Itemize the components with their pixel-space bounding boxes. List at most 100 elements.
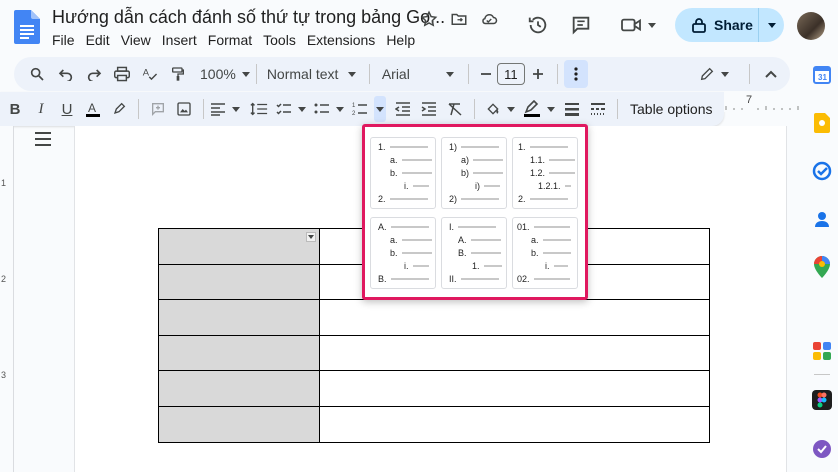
table-cell[interactable] [319, 370, 710, 407]
chevron-down-icon [547, 106, 555, 112]
share-options-button[interactable] [759, 8, 784, 42]
undo-icon[interactable] [52, 61, 80, 87]
main-toolbar: A 100% Normal text Arial 11 [14, 57, 790, 91]
list-preset-decimal-alpha-roman[interactable]: 1. a. b. i. 2. [370, 137, 436, 209]
italic-icon[interactable]: I [28, 96, 54, 122]
print-icon[interactable] [108, 61, 136, 87]
list-preset-leading-zero[interactable]: 01. a. b. i. 02. [512, 217, 578, 289]
increase-indent-icon[interactable] [416, 96, 442, 122]
title-bar: Hướng dẫn cách đánh số thứ tự trong bảng… [0, 0, 838, 56]
table-cell[interactable] [319, 405, 710, 443]
menu-extensions[interactable]: Extensions [307, 32, 381, 48]
version-history-icon[interactable] [525, 12, 551, 38]
border-color-select[interactable] [523, 100, 555, 118]
table-cell[interactable] [158, 334, 320, 372]
table-cell[interactable] [319, 299, 710, 336]
align-select[interactable] [210, 102, 240, 116]
decrease-font-size-icon[interactable] [475, 61, 497, 87]
numbered-list-select[interactable]: 12 [352, 96, 386, 122]
font-family-select[interactable]: Arial [382, 66, 462, 82]
underline-icon[interactable]: U [54, 96, 80, 122]
list-preset-paren[interactable]: 1) a) b) i) 2) [441, 137, 507, 209]
list-preset-hierarchical-decimal[interactable]: 1. 1.1. 1.2. 1.2.1. 2. [512, 137, 578, 209]
redo-icon[interactable] [80, 61, 108, 87]
document-title[interactable]: Hướng dẫn cách đánh số thứ tự trong bảng… [52, 7, 445, 28]
more-options-icon[interactable] [563, 60, 588, 88]
keep-icon[interactable] [811, 112, 833, 134]
paragraph-style-value: Normal text [266, 66, 339, 82]
table-cell[interactable] [158, 228, 320, 265]
list-preset-upper-roman[interactable]: I. A. B. 1. II. [441, 217, 507, 289]
chevron-down-icon [767, 22, 776, 28]
clear-formatting-icon[interactable] [442, 96, 468, 122]
calendar-icon[interactable]: 31 [811, 64, 833, 86]
addon-icon[interactable] [811, 340, 833, 362]
line-spacing-icon[interactable] [246, 96, 272, 122]
svg-text:31: 31 [818, 73, 827, 82]
contacts-icon[interactable] [811, 208, 833, 230]
table-cell[interactable] [158, 299, 320, 336]
move-folder-icon[interactable] [448, 8, 470, 30]
list-preset-upper-alpha[interactable]: A. a. b. i. B. [370, 217, 436, 289]
numbered-list-icon: 12 [352, 103, 367, 117]
menu-view[interactable]: View [121, 32, 157, 48]
cell-fill-select[interactable] [485, 101, 515, 117]
paragraph-style-select[interactable]: Normal text [267, 66, 363, 82]
document-outline-icon[interactable] [34, 132, 52, 148]
zoom-select[interactable]: 100% [200, 66, 250, 82]
zoom-value: 100% [200, 66, 236, 82]
top-ruler: 7 [724, 92, 806, 112]
side-panel: 31 [806, 56, 838, 472]
table-cell[interactable] [158, 370, 320, 407]
cloud-status-icon[interactable] [478, 8, 500, 30]
collapse-toolbar-icon[interactable] [756, 61, 786, 87]
table-cell[interactable] [319, 334, 710, 372]
table-cell[interactable] [158, 405, 320, 443]
cell-menu-icon[interactable] [306, 232, 316, 242]
bulleted-list-select[interactable] [314, 102, 344, 116]
numbered-list-dropdown-button[interactable] [374, 96, 386, 122]
menu-format[interactable]: Format [208, 32, 258, 48]
editing-mode-select[interactable] [699, 66, 729, 82]
avatar[interactable] [797, 12, 825, 40]
insert-comment-icon[interactable] [145, 96, 171, 122]
lock-icon [692, 18, 706, 33]
border-width-icon[interactable] [559, 96, 585, 122]
increase-font-size-icon[interactable] [525, 61, 551, 87]
paint-bucket-icon [487, 103, 499, 115]
figma-icon[interactable] [811, 389, 833, 411]
menu-file[interactable]: File [52, 32, 81, 48]
border-dash-icon[interactable] [585, 96, 611, 122]
font-family-value: Arial [381, 66, 410, 82]
table-row [158, 334, 710, 372]
table-cell[interactable] [158, 263, 320, 301]
spellcheck-icon[interactable]: A [136, 61, 164, 87]
menu-tools[interactable]: Tools [263, 32, 302, 48]
highlight-color-icon[interactable] [106, 96, 132, 122]
tasks-icon[interactable] [811, 160, 833, 182]
search-icon[interactable] [22, 61, 52, 87]
addon-purple-icon[interactable] [811, 438, 833, 460]
text-color-icon[interactable]: A [80, 96, 106, 122]
chevron-down-icon [507, 106, 515, 112]
menu-edit[interactable]: Edit [86, 32, 116, 48]
docs-logo-icon[interactable] [14, 10, 40, 44]
paint-format-icon[interactable] [164, 61, 192, 87]
menu-help[interactable]: Help [386, 32, 421, 48]
meet-call-button[interactable] [615, 12, 661, 38]
insert-image-icon[interactable] [171, 96, 197, 122]
svg-text:2: 2 [352, 111, 356, 117]
chevron-down-icon [648, 22, 656, 28]
maps-icon[interactable] [811, 256, 833, 278]
star-icon[interactable] [418, 8, 440, 30]
menu-insert[interactable]: Insert [162, 32, 203, 48]
share-button[interactable]: Share [675, 8, 784, 42]
chevron-down-icon [348, 71, 357, 77]
table-options-button[interactable]: Table options [630, 101, 713, 117]
bulleted-list-icon [314, 103, 329, 114]
decrease-indent-icon[interactable] [390, 96, 416, 122]
checklist-select[interactable] [276, 102, 306, 116]
font-size-input[interactable]: 11 [496, 63, 525, 85]
comments-icon[interactable] [568, 12, 594, 38]
bold-icon[interactable]: B [2, 96, 28, 122]
